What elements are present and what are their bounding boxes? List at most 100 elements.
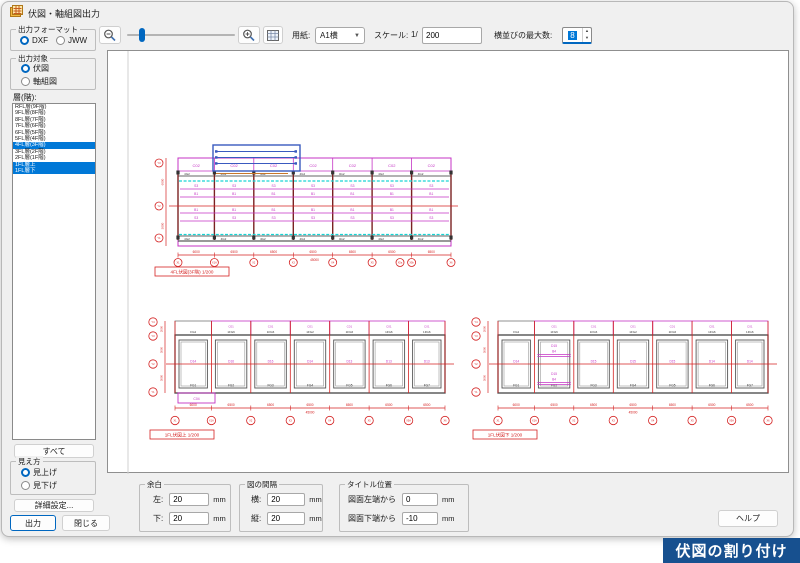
- svg-text:C01: C01: [228, 325, 234, 329]
- detail-settings-button[interactable]: 詳細設定...: [14, 499, 94, 512]
- banner-label: 伏図の割り付け: [675, 540, 787, 561]
- svg-text:S3: S3: [390, 184, 394, 188]
- scale-input[interactable]: [422, 27, 482, 44]
- svg-text:B1: B1: [311, 192, 315, 196]
- title-bottom-input[interactable]: [402, 512, 438, 525]
- svg-text:3000: 3000: [483, 374, 487, 381]
- svg-text:Y3: Y3: [157, 161, 161, 165]
- svg-text:2000: 2000: [160, 325, 164, 332]
- help-button[interactable]: ヘルプ: [718, 510, 778, 527]
- svg-text:B1: B1: [350, 192, 354, 196]
- svg-text:FG4: FG4: [513, 330, 519, 334]
- paper-select[interactable]: A1横 ▼: [315, 27, 365, 44]
- output-button[interactable]: 出力: [10, 515, 56, 531]
- zoom-out-button[interactable]: [99, 26, 121, 44]
- svg-text:B1: B1: [232, 192, 236, 196]
- radio-fusezu[interactable]: 伏図: [21, 63, 49, 74]
- radio-jww[interactable]: JWW: [56, 36, 87, 45]
- svg-text:S3: S3: [390, 216, 394, 220]
- svg-text:C01: C01: [630, 325, 636, 329]
- margin-bottom-input[interactable]: [169, 512, 209, 525]
- svg-text:6000: 6000: [193, 250, 200, 254]
- svg-text:1FG6: 1FG6: [590, 330, 598, 334]
- svg-text:6500: 6500: [231, 250, 238, 254]
- zoom-slider[interactable]: [127, 26, 235, 44]
- svg-text:6500: 6500: [306, 403, 313, 407]
- title-left-input[interactable]: [402, 493, 438, 506]
- svg-text:4G2: 4G2: [418, 172, 424, 176]
- preview-canvas[interactable]: C02C02C02C02C02C02C02S3B1B1S34G24G2S3B1B…: [107, 50, 789, 473]
- spacing-v-input[interactable]: [267, 512, 305, 525]
- radio-miage-label: 見上げ: [33, 467, 57, 478]
- svg-text:B1: B1: [429, 208, 433, 212]
- svg-text:D16: D16: [228, 360, 234, 364]
- radio-jww-label: JWW: [68, 36, 87, 45]
- scale-label: スケール:: [374, 30, 408, 41]
- svg-text:C02: C02: [388, 163, 396, 168]
- svg-text:S3: S3: [350, 184, 354, 188]
- svg-text:X5a: X5a: [398, 262, 403, 265]
- margin-group: 余白 左: mm 下: mm: [139, 484, 231, 532]
- radio-jww-circle: [56, 36, 65, 45]
- radio-jikugumi[interactable]: 軸組図: [21, 76, 57, 87]
- svg-text:6500: 6500: [346, 403, 353, 407]
- svg-text:1FG6: 1FG6: [346, 330, 354, 334]
- paper-label: 用紙:: [292, 30, 310, 41]
- max-count-label: 横並びの最大数:: [494, 30, 552, 41]
- svg-text:1FG6: 1FG6: [385, 330, 393, 334]
- svg-text:D13: D13: [346, 360, 352, 364]
- spinner-arrows[interactable]: ▲ ▼: [582, 28, 591, 42]
- svg-text:4G2: 4G2: [221, 237, 227, 241]
- preview-drawing: C02C02C02C02C02C02C02S3B1B1S34G24G2S3B1B…: [108, 51, 788, 479]
- svg-text:FG4: FG4: [307, 384, 313, 388]
- svg-text:C01: C01: [709, 325, 715, 329]
- close-button[interactable]: 閉じる: [62, 515, 110, 531]
- svg-text:4G2: 4G2: [418, 237, 424, 241]
- svg-text:6500: 6500: [309, 250, 316, 254]
- svg-text:1FG6: 1FG6: [227, 330, 235, 334]
- layer-list-item[interactable]: 1FL層下: [13, 168, 95, 174]
- spinner-up-icon[interactable]: ▲: [583, 28, 591, 35]
- svg-text:6500: 6500: [349, 250, 356, 254]
- svg-text:1FG6: 1FG6: [550, 330, 558, 334]
- svg-text:3000: 3000: [160, 346, 164, 353]
- svg-text:3000: 3000: [483, 346, 487, 353]
- radio-dxf[interactable]: DXF: [20, 36, 48, 45]
- margin-bottom-label: 下:: [153, 513, 163, 524]
- margin-left-unit: mm: [213, 495, 226, 504]
- radio-misage[interactable]: 見下げ: [21, 480, 57, 491]
- spacing-h-label: 横:: [251, 494, 261, 505]
- svg-text:FG7: FG7: [747, 384, 753, 388]
- svg-text:6500: 6500: [270, 250, 277, 254]
- svg-text:D14: D14: [190, 360, 196, 364]
- margin-left-input[interactable]: [169, 493, 209, 506]
- max-count-spinner[interactable]: 8 ▲ ▼: [562, 27, 592, 44]
- svg-text:C02: C02: [428, 163, 436, 168]
- spacing-h-input[interactable]: [267, 493, 305, 506]
- zoom-slider-handle[interactable]: [139, 28, 145, 42]
- svg-text:S3: S3: [311, 184, 315, 188]
- svg-text:C01: C01: [591, 325, 597, 329]
- svg-text:C01: C01: [551, 325, 557, 329]
- svg-text:X1A: X1A: [532, 420, 537, 423]
- svg-text:1FG6: 1FG6: [267, 330, 275, 334]
- zoom-in-button[interactable]: [238, 26, 260, 44]
- magnifier-minus-icon: [103, 29, 117, 42]
- svg-text:FG1: FG1: [190, 384, 196, 388]
- svg-text:C01: C01: [347, 325, 353, 329]
- svg-text:4G2: 4G2: [339, 237, 345, 241]
- fit-view-button[interactable]: [263, 26, 283, 44]
- svg-text:6500: 6500: [267, 403, 274, 407]
- svg-text:C01: C01: [307, 325, 313, 329]
- view-group-label: 見え方: [16, 456, 43, 467]
- svg-text:6500: 6500: [428, 250, 435, 254]
- radio-miage-circle: [21, 468, 30, 477]
- format-group: 出力フォーマット DXF JWW: [10, 29, 96, 51]
- svg-text:S3: S3: [429, 184, 433, 188]
- svg-text:X5A: X5A: [406, 420, 411, 423]
- spinner-down-icon[interactable]: ▼: [583, 35, 591, 42]
- svg-text:S3: S3: [350, 216, 354, 220]
- spacing-v-label: 縦:: [251, 513, 261, 524]
- layer-listbox[interactable]: RFL層(9F階)9FL層(8F階)8FL層(7F階)7FL層(6F階)6FL層…: [12, 103, 96, 440]
- radio-miage[interactable]: 見上げ: [21, 467, 57, 478]
